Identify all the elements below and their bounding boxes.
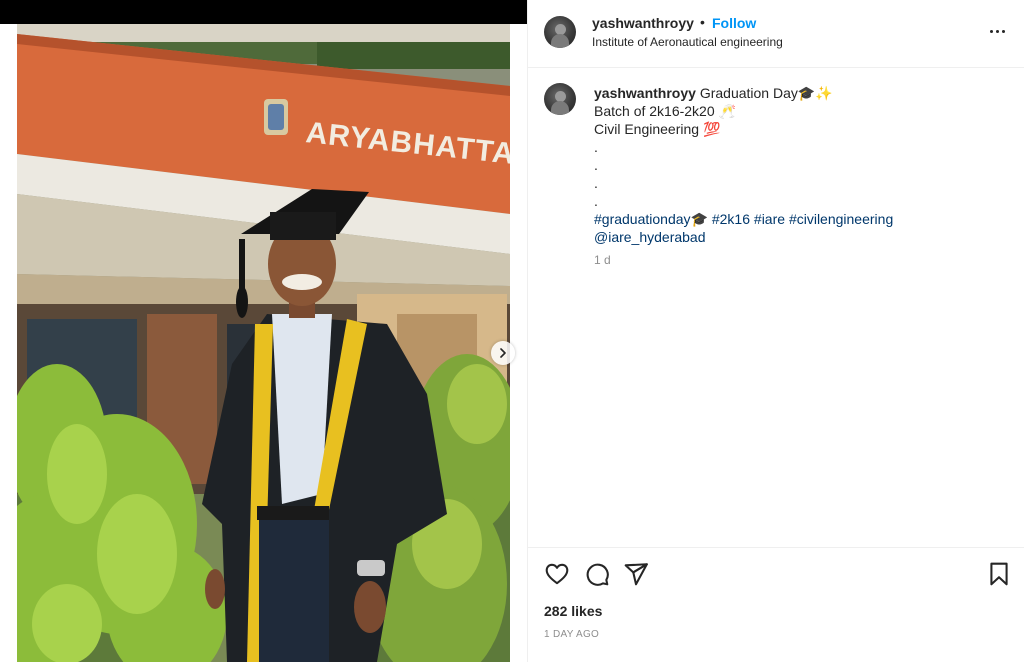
caption-section: yashwanthroyy Graduation Day🎓✨ Batch of … xyxy=(528,69,1024,547)
more-dot-icon xyxy=(995,29,999,33)
comment-icon xyxy=(586,563,609,586)
mention-link[interactable]: @iare_hyderabad xyxy=(594,229,706,245)
caption-line-1: Graduation Day🎓✨ xyxy=(699,85,833,101)
location-link[interactable]: Institute of Aeronautical engineering xyxy=(592,35,783,49)
hashtag-link[interactable]: #iare xyxy=(754,211,785,227)
bookmark-icon xyxy=(990,562,1008,586)
caption-dot: . xyxy=(594,193,598,209)
post-photo[interactable]: ARYABHATTA BLO xyxy=(17,24,510,662)
post-side-panel: yashwanthroyy • Follow Institute of Aero… xyxy=(527,0,1024,662)
caption-line-2: Batch of 2k16-2k20 🥂 xyxy=(594,103,736,119)
header-username[interactable]: yashwanthroyy xyxy=(592,15,694,31)
caption-line-3: Civil Engineering 💯 xyxy=(594,121,721,137)
hashtag-link[interactable]: #graduationday🎓 xyxy=(594,211,708,227)
avatar-figure-body xyxy=(551,34,569,48)
likes-count[interactable]: 282 likes xyxy=(544,603,602,619)
send-icon xyxy=(624,563,648,586)
caption-dot: . xyxy=(594,175,598,191)
more-options-button[interactable] xyxy=(986,20,1008,42)
caption-dot: . xyxy=(594,157,598,173)
avatar-figure-body xyxy=(551,101,569,115)
more-dot-icon xyxy=(989,29,993,33)
save-button[interactable] xyxy=(986,561,1012,587)
share-button[interactable] xyxy=(623,561,649,587)
caption-text: yashwanthroyy Graduation Day🎓✨ Batch of … xyxy=(594,84,1004,269)
heart-icon xyxy=(545,563,569,585)
post-timestamp[interactable]: 1 DAY AGO xyxy=(544,629,599,640)
caption-username[interactable]: yashwanthroyy xyxy=(594,85,696,101)
media-top-bar xyxy=(0,0,527,24)
follow-button[interactable]: Follow xyxy=(712,15,756,31)
caption-age: 1 d xyxy=(594,253,611,267)
header-separator: • xyxy=(700,14,705,30)
caption-avatar[interactable] xyxy=(544,83,576,115)
comment-button[interactable] xyxy=(584,561,610,587)
avatar[interactable] xyxy=(544,16,576,48)
hashtag-link[interactable]: #2k16 xyxy=(712,211,750,227)
like-button[interactable] xyxy=(544,561,570,587)
media-panel: ARYABHATTA BLO xyxy=(0,0,527,662)
action-bar: 282 likes 1 DAY AGO xyxy=(528,547,1024,662)
chevron-right-icon xyxy=(500,348,506,358)
next-photo-button[interactable] xyxy=(491,341,515,365)
post-header: yashwanthroyy • Follow Institute of Aero… xyxy=(528,0,1024,68)
more-dot-icon xyxy=(1001,29,1005,33)
hashtag-link[interactable]: #civilengineering xyxy=(789,211,893,227)
post-photo-illustration: ARYABHATTA BLO xyxy=(17,24,510,662)
caption-dot: . xyxy=(594,139,598,155)
